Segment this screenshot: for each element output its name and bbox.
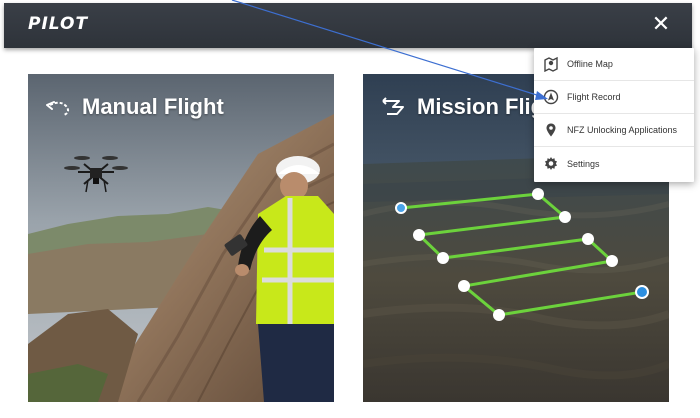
manual-flight-label: Manual Flight: [82, 94, 224, 119]
offline-map-icon: [543, 56, 559, 72]
menu-item-offline-map[interactable]: Offline Map: [534, 48, 694, 81]
flight-record-icon: [543, 89, 559, 105]
location-pin-icon: [543, 122, 559, 138]
manual-flight-icon: [44, 96, 74, 118]
manual-flight-image: [28, 74, 334, 402]
top-bar: PILOT ✕: [4, 3, 692, 48]
menu-item-nfz-unlocking[interactable]: NFZ Unlocking Applications: [534, 114, 694, 147]
menu-item-settings[interactable]: Settings: [534, 147, 694, 180]
menu-item-label: Settings: [567, 158, 600, 169]
manual-flight-title: Manual Flight: [44, 94, 224, 120]
more-menu: Offline Map Flight Record NFZ Unlocking …: [534, 48, 694, 182]
menu-item-flight-record[interactable]: Flight Record: [534, 81, 694, 114]
manual-flight-card[interactable]: Manual Flight: [28, 74, 334, 402]
mission-flight-icon: [379, 96, 409, 118]
menu-item-label: Flight Record: [567, 92, 621, 102]
menu-item-label: NFZ Unlocking Applications: [567, 125, 678, 135]
mission-flight-label: Mission Flig: [417, 94, 545, 119]
close-button[interactable]: ✕: [648, 11, 674, 39]
pilot-logo: PILOT: [28, 14, 89, 34]
menu-item-label: Offline Map: [567, 59, 613, 69]
mission-flight-title: Mission Flig: [379, 94, 544, 120]
gear-icon: [543, 156, 559, 172]
